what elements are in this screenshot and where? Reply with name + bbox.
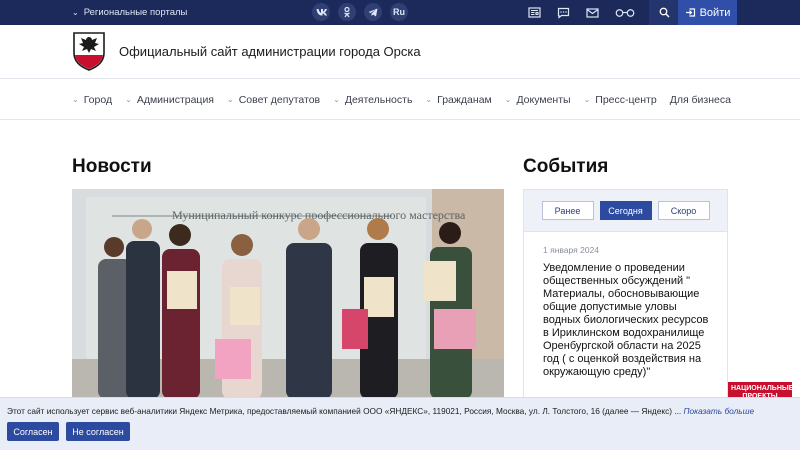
- nav-item-label: Для бизнеса: [669, 93, 731, 106]
- odnoklassniki-icon[interactable]: [338, 3, 356, 21]
- tab-earlier[interactable]: Ранее: [541, 201, 594, 220]
- chevron-down-icon: ⌄: [72, 95, 79, 104]
- person: [126, 219, 160, 399]
- top-bar: ⌄ Региональные порталы Ru Войти: [0, 0, 800, 25]
- social-links: Ru: [312, 3, 408, 21]
- disagree-button[interactable]: Не согласен: [66, 422, 130, 441]
- person: [286, 218, 332, 399]
- chevron-down-icon: ⌄: [504, 95, 512, 104]
- chevron-down-icon: ⌄: [227, 95, 234, 104]
- nav-item-label: Гражданам: [437, 93, 492, 106]
- banner-text: Муниципальный конкурс профессионального …: [172, 208, 466, 222]
- badge-line: НАЦИОНАЛЬНЫЕ: [731, 385, 794, 392]
- nav-item-label: Город: [83, 93, 113, 106]
- orsk-coat-of-arms-logo[interactable]: [72, 31, 106, 71]
- tab-soon[interactable]: Скоро: [657, 201, 710, 220]
- chat-icon[interactable]: [549, 0, 578, 25]
- nav-item-documents[interactable]: ⌄ Документы: [505, 94, 571, 106]
- site-header: Официальный сайт администрации города Ор…: [0, 25, 800, 79]
- nav-item-city[interactable]: ⌄ Город: [72, 94, 112, 106]
- telegram-icon[interactable]: [364, 3, 382, 21]
- show-more-link[interactable]: Показать больше: [684, 406, 755, 416]
- newspaper-icon[interactable]: [520, 0, 549, 25]
- chevron-down-icon: ⌄: [72, 8, 79, 17]
- main-navigation: ⌄ Город ⌄ Администрация ⌄ Совет депутатов ⌄…: [0, 79, 800, 120]
- login-icon: [685, 8, 695, 17]
- search-icon[interactable]: [649, 0, 679, 25]
- chevron-down-icon: ⌄: [425, 95, 433, 104]
- glasses-accessibility-icon[interactable]: [607, 0, 643, 25]
- login-label: Войти: [699, 6, 731, 19]
- login-button[interactable]: Войти: [678, 0, 737, 25]
- nav-item-administration[interactable]: ⌄ Администрация: [125, 94, 214, 106]
- chevron-down-icon: ⌄: [333, 95, 340, 104]
- nav-item-label: Пресс-центр: [595, 93, 657, 106]
- news-photo[interactable]: Муниципальный конкурс профессионального …: [72, 189, 504, 399]
- cookie-message: Этот сайт использует сервис веб-аналитик…: [7, 406, 754, 416]
- news-section-title: Новости: [72, 156, 152, 177]
- nav-item-label: Совет депутатов: [238, 93, 321, 106]
- regional-portals-dropdown[interactable]: ⌄ Региональные порталы: [72, 0, 187, 25]
- nav-item-citizens[interactable]: ⌄ Гражданам: [425, 94, 491, 106]
- event-date: 1 января 2024: [543, 245, 600, 255]
- person: [162, 224, 200, 399]
- tab-today[interactable]: Сегодня: [599, 201, 652, 220]
- ru-language-icon[interactable]: Ru: [390, 3, 408, 21]
- events-panel: Ранее Сегодня Скоро 1 января 2024 Уведом…: [523, 189, 728, 404]
- nav-item-council[interactable]: ⌄ Совет депутатов: [227, 94, 320, 106]
- events-tabs: Ранее Сегодня Скоро: [524, 190, 727, 232]
- chevron-down-icon: ⌄: [125, 95, 132, 104]
- nav-item-label: Администрация: [136, 93, 214, 106]
- regional-portals-label: Региональные порталы: [83, 7, 188, 18]
- cookie-banner: Этот сайт использует сервис веб-аналитик…: [0, 397, 800, 450]
- chevron-down-icon: ⌄: [583, 95, 591, 104]
- site-title[interactable]: Официальный сайт администрации города Ор…: [119, 44, 421, 59]
- events-section-title: События: [523, 156, 609, 177]
- vk-icon[interactable]: [312, 3, 330, 21]
- mail-icon[interactable]: [578, 0, 607, 25]
- nav-item-business[interactable]: Для бизнеса: [670, 94, 731, 106]
- cookie-message-text: Этот сайт использует сервис веб-аналитик…: [7, 406, 682, 416]
- event-title-link[interactable]: Уведомление о проведении общественных об…: [543, 262, 715, 379]
- nav-item-press-center[interactable]: ⌄ Пресс-центр: [584, 94, 657, 106]
- agree-button[interactable]: Согласен: [7, 422, 59, 441]
- nav-item-label: Деятельность: [344, 93, 413, 106]
- nav-item-activity[interactable]: ⌄ Деятельность: [333, 94, 412, 106]
- top-tools: [520, 0, 679, 25]
- nav-item-label: Документы: [516, 93, 571, 106]
